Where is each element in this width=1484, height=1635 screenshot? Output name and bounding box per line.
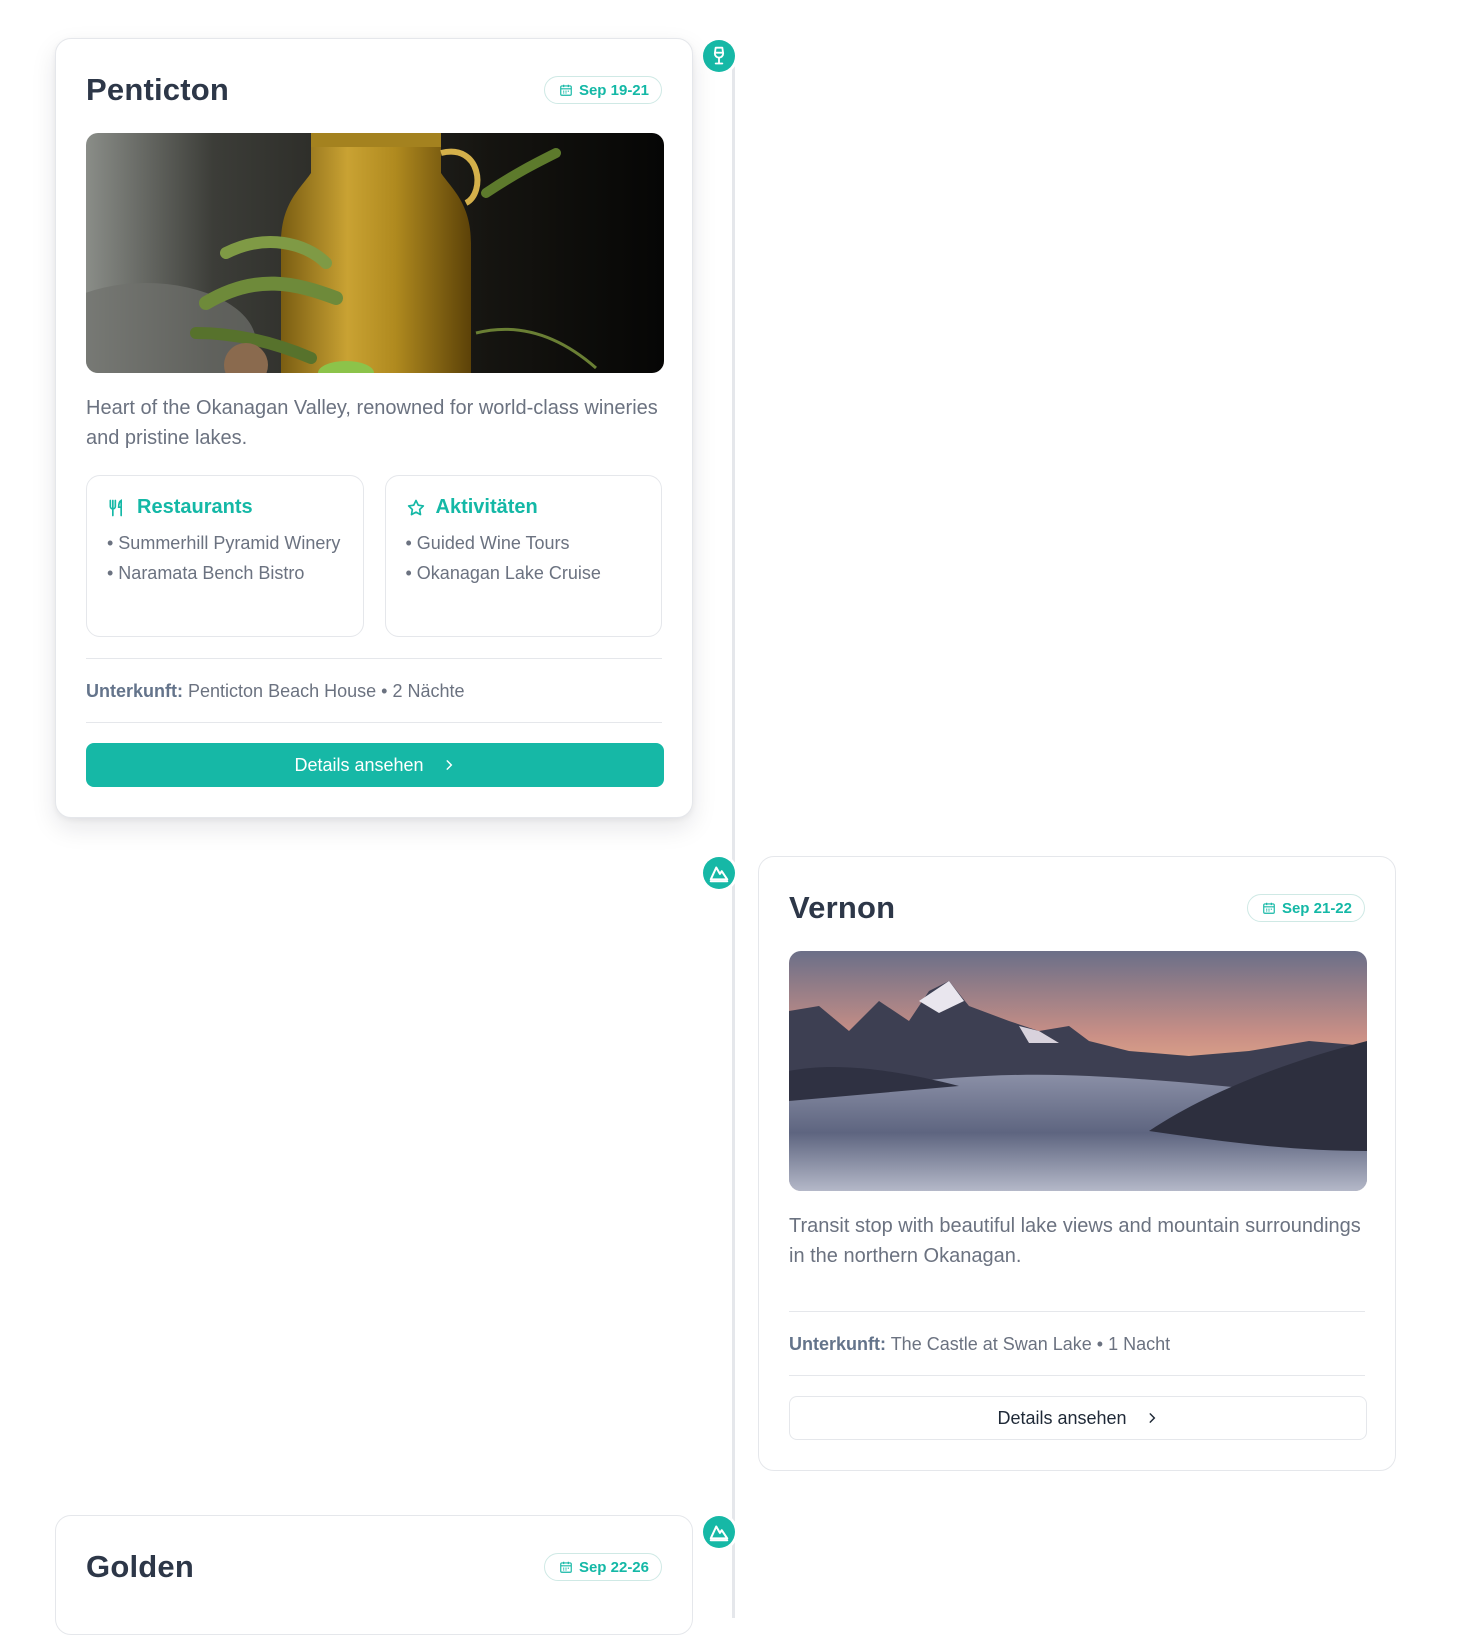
utensils-icon — [109, 498, 122, 516]
mountain-icon — [703, 857, 735, 889]
activities-box: Aktivitäten • Guided Wine Tours • Okanag… — [384, 475, 662, 637]
accommodation-label: Unterkunft: — [86, 681, 183, 701]
date-badge: Sep 22-26 — [543, 1553, 662, 1581]
divider — [789, 1375, 1365, 1376]
chevron-right-icon — [1149, 1413, 1155, 1423]
divider — [86, 722, 662, 723]
restaurants-heading: Restaurants — [137, 496, 253, 518]
chevron-right-icon — [446, 760, 452, 770]
details-button-label: Details ansehen — [997, 1407, 1127, 1428]
calendar-icon — [1263, 902, 1275, 914]
stop-title: Penticton — [86, 72, 230, 107]
restaurant-item: • Summerhill Pyramid Winery — [107, 533, 341, 553]
stop-title: Vernon — [789, 890, 896, 925]
details-button[interactable]: Details ansehen — [789, 1396, 1367, 1440]
details-button[interactable]: Details ansehen — [86, 743, 664, 787]
date-text: Sep 19-21 — [578, 81, 649, 99]
accommodation-value: The Castle at Swan Lake • 1 Nacht — [890, 1334, 1171, 1354]
accommodation-value: Penticton Beach House • 2 Nächte — [188, 681, 465, 701]
stop-card-golden: Golden Sep 22-26 — [55, 1515, 693, 1635]
details-button-label: Details ansehen — [294, 754, 424, 775]
star-icon — [407, 499, 424, 515]
stop-description: Transit stop with beautiful lake views a… — [789, 1215, 1361, 1267]
restaurants-box: Restaurants • Summerhill Pyramid Winery … — [86, 475, 364, 637]
calendar-icon — [560, 84, 572, 96]
date-badge: Sep 19-21 — [543, 76, 662, 104]
olive-oil-bottle-photo — [86, 133, 664, 373]
accommodation-line: Unterkunft: The Castle at Swan Lake • 1 … — [789, 1312, 1365, 1375]
mountain-icon — [703, 1516, 735, 1548]
accommodation-label: Unterkunft: — [789, 1334, 886, 1354]
stop-description: Heart of the Okanagan Valley, renowned f… — [86, 397, 658, 449]
mountain-sunset-photo — [789, 951, 1367, 1191]
stop-card-penticton: Penticton Sep 19-21 Heart of the Okanaga… — [55, 38, 693, 818]
date-text: Sep 22-26 — [578, 1558, 649, 1576]
accommodation-line: Unterkunft: Penticton Beach House • 2 Nä… — [86, 659, 662, 722]
wine-glass-icon — [703, 40, 735, 72]
date-badge: Sep 21-22 — [1246, 894, 1365, 922]
activities-heading: Aktivitäten — [435, 496, 538, 518]
activity-item: • Okanagan Lake Cruise — [405, 563, 601, 583]
activity-item: • Guided Wine Tours — [405, 533, 570, 553]
stop-title: Golden — [86, 1549, 194, 1584]
calendar-icon — [560, 1561, 572, 1573]
restaurant-item: • Naramata Bench Bistro — [107, 563, 305, 583]
timeline-line — [732, 58, 735, 1618]
date-text: Sep 21-22 — [1281, 899, 1352, 917]
stop-card-vernon: Vernon Sep 21-22 Transit stop with beaut… — [758, 856, 1396, 1471]
